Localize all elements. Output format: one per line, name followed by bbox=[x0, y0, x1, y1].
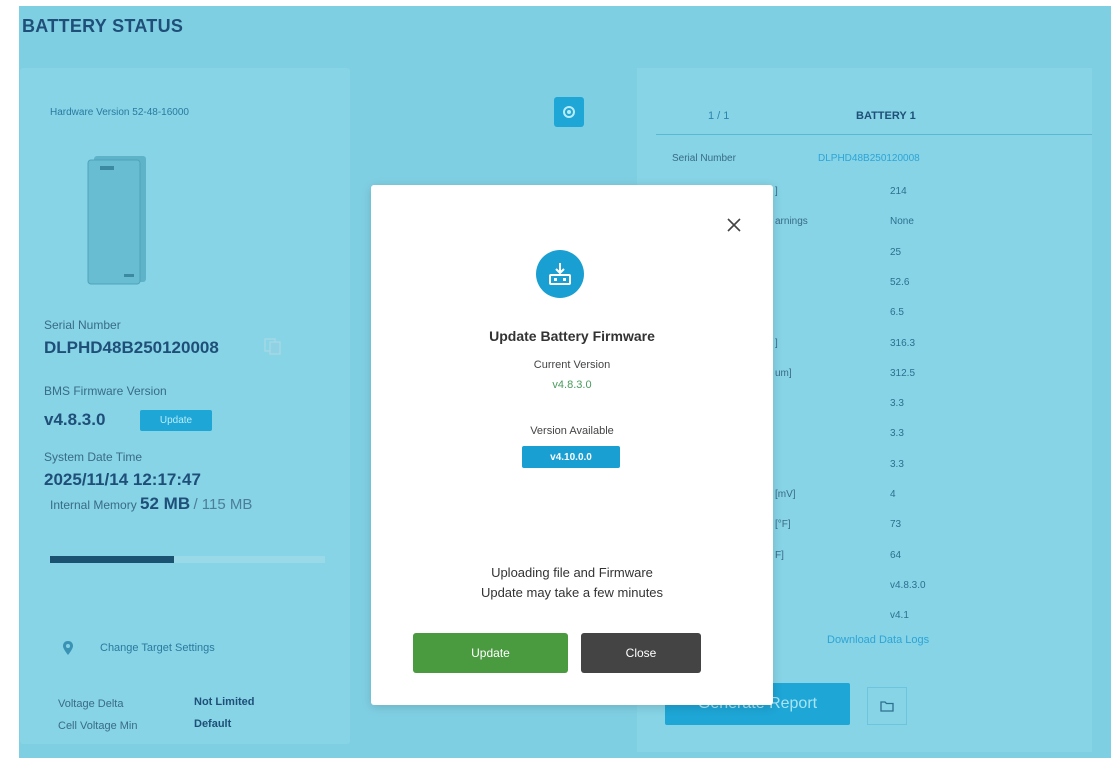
detail-row-label: F] bbox=[775, 549, 784, 561]
voltage-delta-value: Not Limited bbox=[194, 696, 255, 708]
update-firmware-button[interactable]: Update bbox=[413, 633, 568, 673]
system-datetime-label: System Date Time bbox=[44, 450, 143, 464]
close-button[interactable]: Close bbox=[581, 633, 701, 673]
voltage-delta-label: Voltage Delta bbox=[58, 698, 124, 710]
internal-memory-label: Internal Memory bbox=[50, 498, 137, 512]
detail-row-label: [mV] bbox=[775, 489, 796, 500]
right-serial-label: Serial Number bbox=[672, 153, 736, 164]
memory-usage-fill bbox=[50, 556, 174, 563]
detail-row-value: 316.3 bbox=[890, 337, 916, 349]
detail-row-value: v4.1 bbox=[890, 610, 909, 622]
detail-row-label: um] bbox=[775, 367, 792, 379]
settings-button[interactable] bbox=[554, 97, 584, 127]
detail-row-value: 3.3 bbox=[890, 458, 904, 470]
detail-row-label: ] bbox=[775, 337, 778, 349]
cell-voltage-min-label: Cell Voltage Min bbox=[58, 720, 138, 732]
detail-row-value: 6.5 bbox=[890, 307, 904, 319]
detail-row-value: 312.5 bbox=[890, 367, 916, 379]
detail-row-value: 3.3 bbox=[890, 428, 904, 440]
bms-firmware-value: v4.8.3.0 bbox=[44, 410, 106, 429]
internal-memory-total: / 115 MB bbox=[193, 496, 253, 513]
right-serial-value: DLPHD48B250120008 bbox=[818, 153, 920, 164]
detail-row-value: 64 bbox=[890, 549, 902, 561]
download-data-logs-link[interactable]: Download Data Logs bbox=[827, 634, 929, 646]
close-icon bbox=[727, 218, 741, 232]
battery-unit-image bbox=[87, 156, 146, 285]
current-version-value: v4.8.3.0 bbox=[552, 379, 592, 391]
version-available-badge: v4.10.0.0 bbox=[522, 446, 620, 468]
detail-row-value: 25 bbox=[890, 246, 902, 258]
serial-number-label: Serial Number bbox=[44, 318, 121, 332]
change-target-settings-link[interactable]: Change Target Settings bbox=[100, 642, 215, 654]
serial-number-value: DLPHD48B250120008 bbox=[44, 338, 219, 357]
internal-memory: Internal Memory 52 MB / 115 MB bbox=[50, 494, 252, 514]
detail-row-value: None bbox=[890, 216, 914, 228]
detail-row-value: 73 bbox=[890, 519, 902, 531]
detail-row-label: [°F] bbox=[775, 519, 791, 531]
cell-voltage-min-value: Default bbox=[194, 718, 232, 730]
hardware-version: Hardware Version 52-48-16000 bbox=[50, 107, 189, 118]
internal-memory-used: 52 MB bbox=[140, 494, 191, 513]
current-version-label: Current Version bbox=[533, 359, 611, 371]
system-datetime-value: 2025/11/14 12:17:47 bbox=[44, 470, 201, 489]
charge-pin-icon bbox=[63, 641, 73, 655]
detail-row-value: 4 bbox=[890, 489, 896, 500]
dialog-message-line2: Update may take a few minutes bbox=[480, 585, 664, 600]
detail-row-value: 214 bbox=[890, 186, 907, 197]
version-available-label: Version Available bbox=[530, 425, 614, 437]
copy-icon[interactable] bbox=[262, 336, 284, 356]
gear-icon bbox=[563, 106, 575, 118]
dialog-title: Update Battery Firmware bbox=[489, 328, 655, 344]
detail-row-value: 3.3 bbox=[890, 398, 904, 410]
tab-battery-1[interactable]: BATTERY 1 bbox=[856, 110, 916, 122]
open-folder-button[interactable] bbox=[867, 687, 907, 725]
firmware-download-icon bbox=[536, 250, 584, 298]
firmware-update-dialog: Update Battery Firmware Current Version … bbox=[371, 185, 773, 705]
dialog-message-line1: Uploading file and Firmware bbox=[491, 565, 653, 580]
close-dialog-button[interactable] bbox=[723, 214, 745, 236]
bms-update-button[interactable]: Update bbox=[140, 410, 212, 431]
memory-usage-bar bbox=[50, 556, 325, 563]
folder-icon bbox=[880, 701, 894, 712]
detail-row-label: arnings bbox=[775, 216, 808, 228]
detail-row-value: 52.6 bbox=[890, 276, 910, 288]
detail-row-label: ] bbox=[775, 186, 778, 197]
bms-firmware-label: BMS Firmware Version bbox=[44, 384, 167, 398]
tab-divider bbox=[656, 134, 1092, 135]
battery-page-indicator[interactable]: 1 / 1 bbox=[708, 110, 729, 122]
page-title: BATTERY STATUS bbox=[22, 16, 184, 36]
detail-row-value: v4.8.3.0 bbox=[890, 579, 926, 591]
